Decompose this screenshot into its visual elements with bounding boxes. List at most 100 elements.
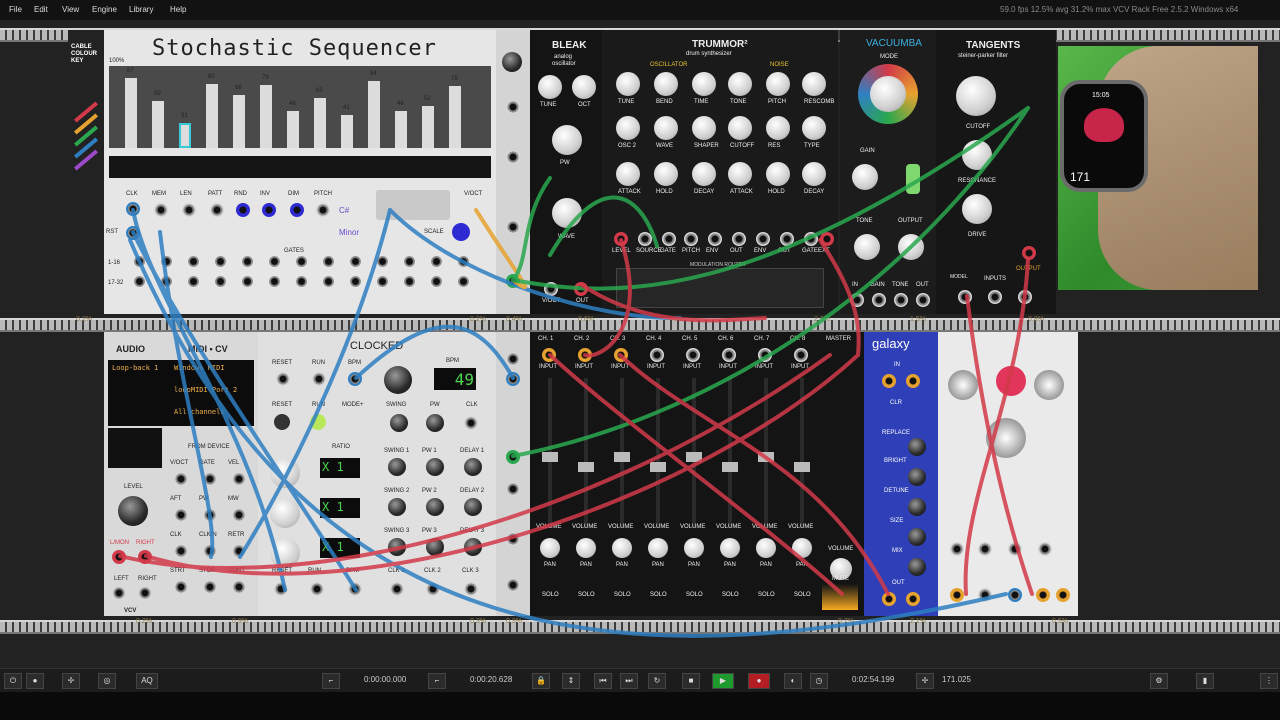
channel-input-jack[interactable] <box>722 348 736 362</box>
cv-jack[interactable] <box>1038 542 1052 556</box>
clock-knob[interactable] <box>426 458 444 476</box>
in-right-jack[interactable] <box>906 374 920 388</box>
channel-input-jack[interactable] <box>686 348 700 362</box>
menu-file[interactable]: File <box>9 5 22 14</box>
pan-knob[interactable] <box>792 538 812 558</box>
loop-icon[interactable]: ↻ <box>648 673 666 689</box>
gate-output-jack[interactable] <box>296 276 307 287</box>
drum-jack[interactable] <box>638 232 652 246</box>
control-jack[interactable] <box>236 203 250 217</box>
gate-output-jack[interactable] <box>215 256 226 267</box>
gate-output-jack[interactable] <box>458 276 469 287</box>
expander-jack[interactable] <box>506 482 520 496</box>
gate-output-jack[interactable] <box>323 276 334 287</box>
expander-jack[interactable] <box>506 150 520 164</box>
drum-knob[interactable] <box>802 116 826 140</box>
filter-input-jack[interactable] <box>958 290 972 304</box>
gate-output-jack[interactable] <box>377 276 388 287</box>
gate-output-jack[interactable] <box>404 276 415 287</box>
channel-input-jack[interactable] <box>578 348 592 362</box>
probability-bar[interactable] <box>233 95 245 148</box>
play-icon[interactable]: ▶ <box>712 673 734 689</box>
audio-output-right-jack[interactable] <box>138 586 152 600</box>
control-jack[interactable] <box>154 203 168 217</box>
audio-output-jack[interactable] <box>574 282 588 296</box>
out-jack[interactable] <box>1036 588 1050 602</box>
scale-knob[interactable] <box>452 223 470 241</box>
reset-input-jack[interactable] <box>126 226 140 240</box>
probability-bar[interactable] <box>341 115 353 148</box>
channel-input-jack[interactable] <box>650 348 664 362</box>
probability-bar[interactable] <box>287 111 299 148</box>
probability-bar[interactable] <box>422 106 434 148</box>
mode-icon[interactable]: ⇕ <box>562 673 580 689</box>
tempo-icon[interactable]: ✢ <box>916 673 934 689</box>
gate-output-jack[interactable] <box>431 276 442 287</box>
pulse-width-knob[interactable] <box>552 125 582 155</box>
audio-device[interactable]: Loop-back 1 <box>112 364 158 372</box>
drum-knob[interactable] <box>728 162 752 186</box>
midi-channel[interactable]: All channels <box>174 408 225 416</box>
drum-knob[interactable] <box>692 72 716 96</box>
channel-fader[interactable] <box>758 452 774 462</box>
gate-output-jack[interactable] <box>188 276 199 287</box>
left-knob[interactable] <box>948 370 978 400</box>
clock-output-jack[interactable] <box>390 582 404 596</box>
size-knob[interactable] <box>908 528 926 546</box>
run-button[interactable] <box>310 414 326 430</box>
drum-knob[interactable] <box>692 116 716 140</box>
expander-jack[interactable] <box>506 532 520 546</box>
menu-edit[interactable]: Edit <box>34 5 48 14</box>
voct-input-jack[interactable] <box>544 282 558 296</box>
drum-jack[interactable] <box>820 232 834 246</box>
gate-output-jack[interactable] <box>242 276 253 287</box>
gate-output-jack[interactable] <box>188 256 199 267</box>
probability-bar[interactable] <box>395 111 407 148</box>
drum-knob[interactable] <box>802 72 826 96</box>
record-icon[interactable]: ● <box>748 673 770 689</box>
drive-knob[interactable] <box>962 194 992 224</box>
gate-output-jack[interactable] <box>215 276 226 287</box>
gate-output-jack[interactable] <box>134 256 145 267</box>
punch-icon[interactable]: ◐ <box>784 673 802 689</box>
out-jack[interactable] <box>1056 588 1070 602</box>
expander-knob[interactable] <box>502 52 522 72</box>
clock-input-jack[interactable] <box>126 202 140 216</box>
gate-output-jack[interactable] <box>269 276 280 287</box>
gate-output-jack[interactable] <box>377 256 388 267</box>
channel-fader[interactable] <box>614 452 630 462</box>
ratio-knob[interactable] <box>270 458 300 488</box>
control-jack[interactable] <box>262 203 276 217</box>
midi-output-jack[interactable] <box>174 508 188 522</box>
pan-knob[interactable] <box>756 538 776 558</box>
octave-knob[interactable] <box>572 75 596 99</box>
probability-bar[interactable] <box>152 100 164 148</box>
clock-knob[interactable] <box>426 498 444 516</box>
probability-bar[interactable] <box>314 97 326 148</box>
ratio-knob[interactable] <box>270 538 300 568</box>
midi-output-jack[interactable] <box>203 544 217 558</box>
clock-output-jack[interactable] <box>426 582 440 596</box>
probability-bar[interactable] <box>260 84 272 148</box>
gate-output-jack[interactable] <box>323 256 334 267</box>
pan-knob[interactable] <box>720 538 740 558</box>
channel-fader[interactable] <box>686 452 702 462</box>
clock-output-jack[interactable] <box>274 582 288 596</box>
out-jack[interactable] <box>1008 588 1022 602</box>
tone-cv-jack[interactable] <box>894 293 908 307</box>
bpm-knob[interactable] <box>384 366 412 394</box>
swing-knob[interactable] <box>390 414 408 432</box>
probability-bar[interactable] <box>449 85 461 148</box>
midi-output-jack[interactable] <box>203 508 217 522</box>
gate-output-jack[interactable] <box>404 256 415 267</box>
record-mode-icon[interactable]: ● <box>26 673 44 689</box>
drum-knob[interactable] <box>766 162 790 186</box>
pw-knob[interactable] <box>426 414 444 432</box>
drum-knob[interactable] <box>766 116 790 140</box>
gate-output-jack[interactable] <box>350 276 361 287</box>
drum-knob[interactable] <box>616 116 640 140</box>
out-jack[interactable] <box>916 293 930 307</box>
wave-knob[interactable] <box>552 198 582 228</box>
rewind-icon[interactable]: ⏮ <box>594 673 612 689</box>
drum-jack[interactable] <box>732 232 746 246</box>
